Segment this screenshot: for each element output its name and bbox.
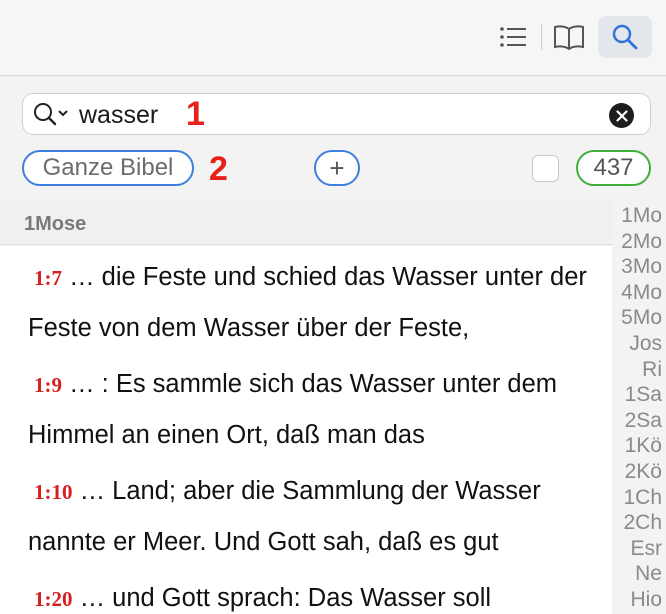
search-toolbar-button[interactable] — [598, 16, 652, 58]
book-index-item[interactable]: 3Mo — [606, 254, 662, 280]
book-index-item[interactable]: 4Mo — [606, 280, 662, 306]
book-index-item[interactable]: Ri — [606, 357, 662, 383]
toolbar-separator — [541, 24, 542, 50]
verse-reference: 1:9 — [34, 373, 62, 397]
book-index-item[interactable]: Esr — [606, 536, 663, 562]
book-index-item[interactable]: 2Sa — [606, 408, 662, 434]
annotation-marker-1: 1 — [186, 95, 205, 133]
verse-text: … die Feste und schied das Wasser unter … — [28, 263, 587, 342]
book-index-item[interactable]: 1Ch — [606, 485, 662, 511]
book-index-item[interactable]: 1Kö — [606, 433, 662, 459]
search-icon — [612, 24, 638, 50]
result-count-badge[interactable]: 437 — [576, 150, 651, 186]
list-item[interactable]: 1:9 … : Es sammle sich das Wasser unter … — [0, 353, 612, 460]
book-index-item[interactable]: 1Sa — [606, 382, 662, 408]
section-header: 1Mose — [0, 201, 612, 245]
book-index-item[interactable]: 5Mo — [606, 305, 662, 331]
range-button[interactable]: Ganze Bibel — [22, 150, 194, 186]
book-index-item[interactable]: 2Ch — [606, 510, 662, 536]
verse-reference: 1:10 — [34, 480, 73, 504]
list-button[interactable] — [493, 16, 533, 58]
close-icon — [615, 109, 628, 122]
search-field[interactable]: wasser — [22, 93, 651, 135]
book-index-item[interactable]: 1Mo — [606, 203, 662, 229]
book-button[interactable] — [549, 16, 589, 58]
verse-text: … und Gott sprach: Das Wasser soll — [72, 584, 492, 612]
add-range-button[interactable]: + — [314, 150, 360, 186]
book-index-item[interactable]: Hio — [606, 587, 662, 613]
list-item[interactable]: 1:10 … Land; aber die Sammlung der Wasse… — [0, 460, 612, 567]
search-scope-icon[interactable] — [33, 102, 73, 133]
annotation-marker-2: 2 — [209, 150, 228, 188]
book-index-item[interactable]: 2Kö — [606, 459, 662, 485]
verse-text: … : Es sammle sich das Wasser unter dem … — [28, 370, 558, 449]
results-list[interactable]: 1:7 … die Feste und schied das Wasser un… — [0, 246, 612, 614]
toolbar — [0, 0, 666, 76]
book-index-item[interactable]: 2Mo — [606, 229, 662, 255]
verse-reference: 1:20 — [34, 587, 73, 611]
verse-text: … Land; aber die Sammlung der Wasser nan… — [28, 477, 541, 556]
clear-search-button[interactable] — [609, 103, 634, 128]
list-item[interactable]: 1:20 … und Gott sprach: Das Wasser soll — [0, 567, 612, 614]
book-index[interactable]: 1Mo 2Mo 3Mo 4Mo 5Mo Jos Ri 1Sa 2Sa 1Kö 2… — [612, 201, 666, 614]
search-input[interactable]: wasser — [79, 101, 158, 129]
book-index-item[interactable]: Jos — [606, 331, 662, 357]
book-icon — [554, 25, 584, 50]
section-book-title: 1Mose — [24, 213, 87, 235]
filter-checkbox[interactable] — [532, 155, 559, 182]
list-item[interactable]: 1:7 … die Feste und schied das Wasser un… — [0, 246, 612, 353]
list-icon — [500, 27, 526, 47]
verse-reference: 1:7 — [34, 266, 62, 290]
book-index-item[interactable]: Ne — [606, 561, 662, 587]
